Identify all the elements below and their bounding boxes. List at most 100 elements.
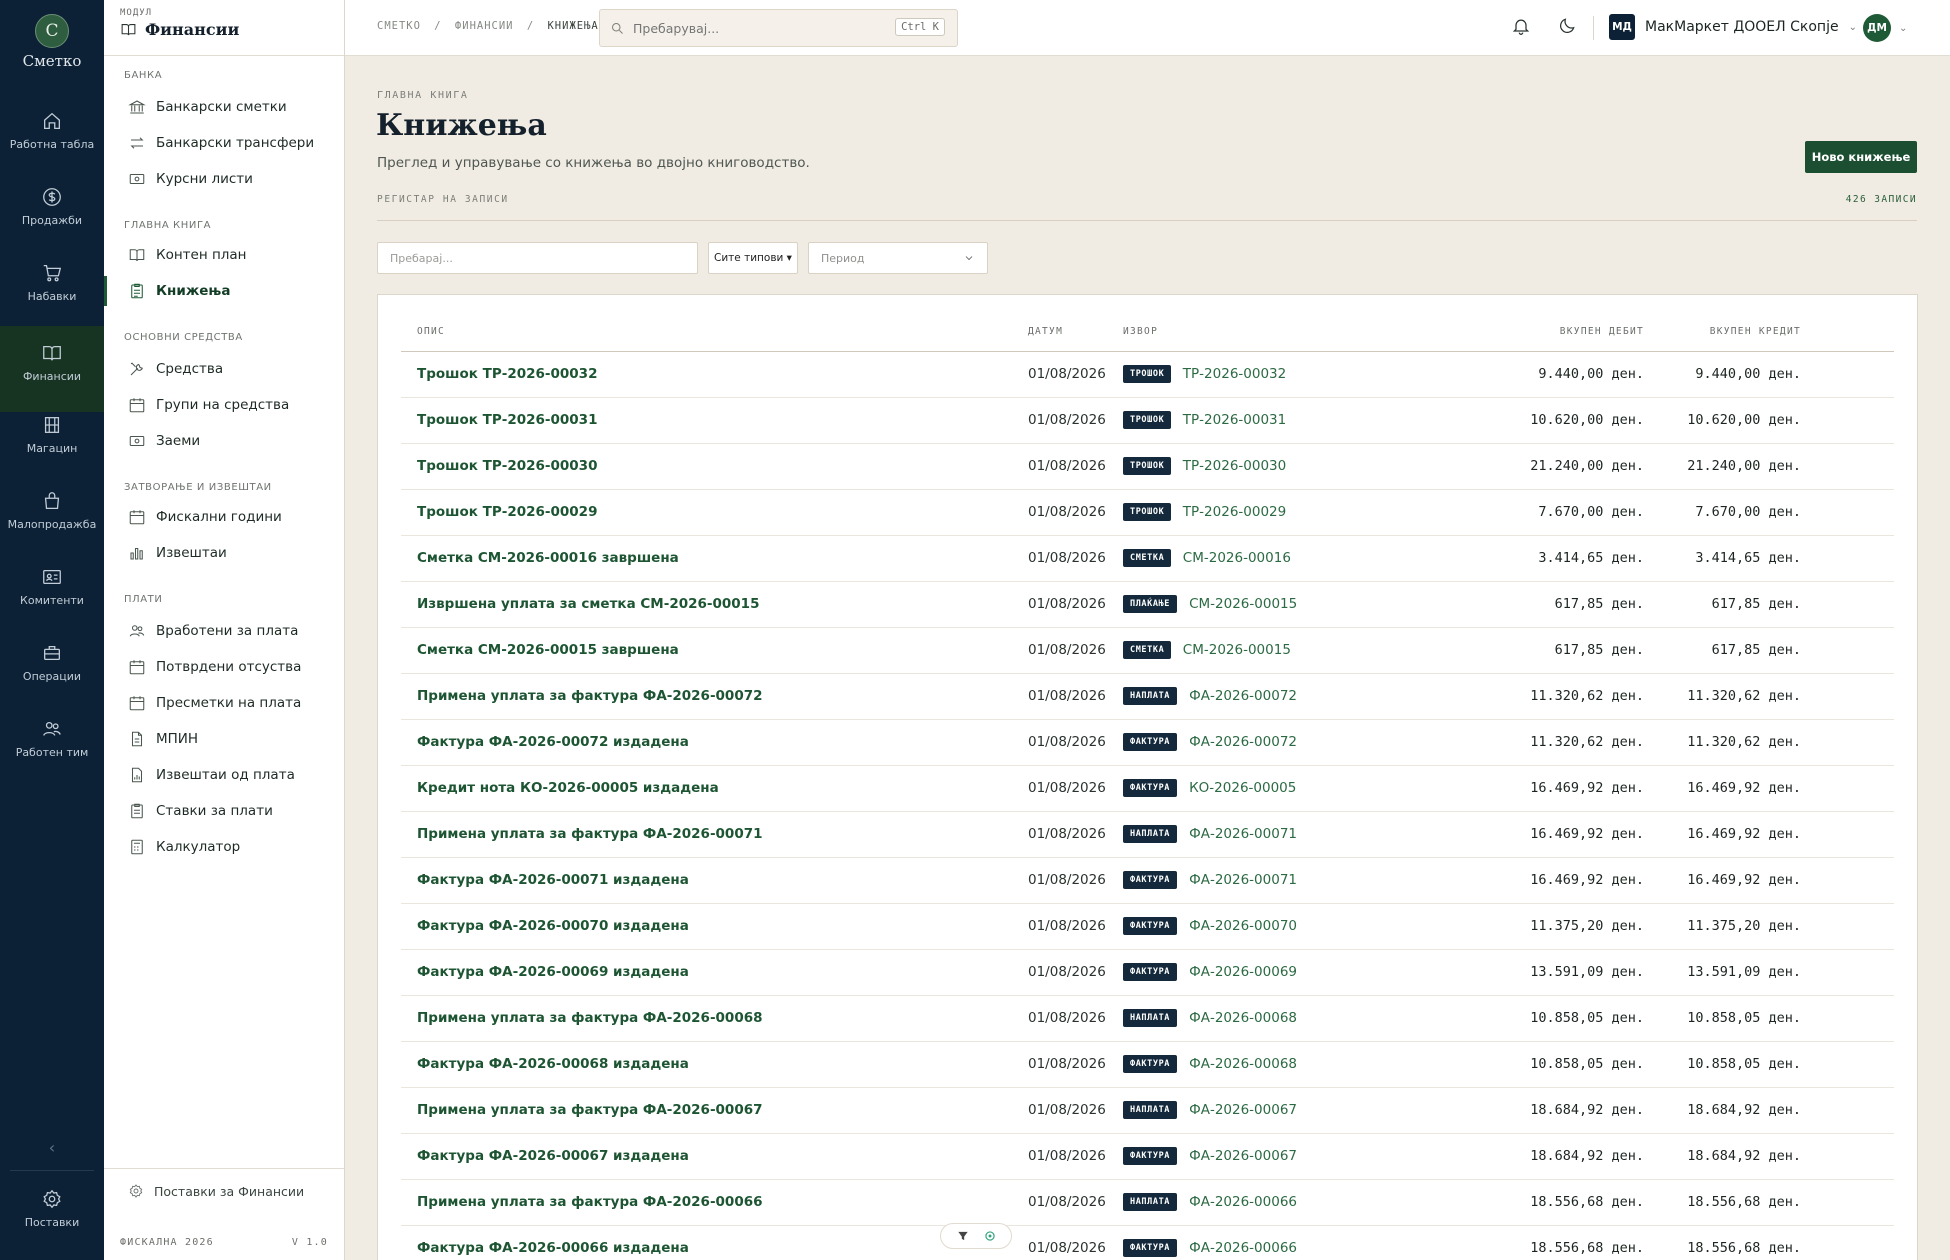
table-row[interactable]: Трошок ТР-2026-00030 01/08/2026 ТРОШОК ТР-2… bbox=[401, 444, 1894, 490]
source-ref-link[interactable]: ТР-2026-00032 bbox=[1183, 366, 1286, 382]
nav-asset-groups[interactable]: Групи на средства bbox=[104, 390, 344, 420]
collapse-chevron-icon[interactable]: ‹ bbox=[0, 1138, 104, 1157]
new-posting-button[interactable]: Ново книжење bbox=[1805, 141, 1917, 173]
source-ref-link[interactable]: ФА-2026-00066 bbox=[1189, 1194, 1297, 1210]
nav-bank-accounts[interactable]: Банкарски сметки bbox=[104, 92, 344, 122]
table-row[interactable]: Трошок ТР-2026-00031 01/08/2026 ТРОШОК ТР-2… bbox=[401, 398, 1894, 444]
entry-description-link[interactable]: Кредит нота КО-2026-00005 издадена bbox=[417, 780, 719, 796]
entry-description-link[interactable]: Трошок ТР-2026-00030 bbox=[417, 458, 597, 474]
entry-description-link[interactable]: Примена уплата за фактура ФА-2026-00066 bbox=[417, 1194, 763, 1210]
source-ref-link[interactable]: КО-2026-00005 bbox=[1189, 780, 1296, 796]
entry-description-link[interactable]: Трошок ТР-2026-00032 bbox=[417, 366, 597, 382]
col-header-credit[interactable]: ВКУПЕН КРЕДИТ bbox=[1710, 326, 1801, 337]
source-ref-link[interactable]: ТР-2026-00031 bbox=[1183, 412, 1286, 428]
rail-item-purchases[interactable]: Набавки bbox=[0, 262, 104, 334]
table-row[interactable]: Примена уплата за фактура ФА-2026-00072 0… bbox=[401, 674, 1894, 720]
org-switcher[interactable]: МД МакМаркет ДООЕЛ Скопје ⌄ bbox=[1609, 14, 1857, 40]
entry-description-link[interactable]: Фактура ФА-2026-00066 издадена bbox=[417, 1240, 689, 1256]
entry-description-link[interactable]: Трошок ТР-2026-00029 bbox=[417, 504, 597, 520]
table-row[interactable]: Фактура ФА-2026-00070 издадена 01/08/2026… bbox=[401, 904, 1894, 950]
entry-description-link[interactable]: Сметка СМ-2026-00015 завршена bbox=[417, 642, 679, 658]
rail-item-operations[interactable]: Операции bbox=[0, 642, 104, 714]
entry-description-link[interactable]: Примена уплата за фактура ФА-2026-00071 bbox=[417, 826, 763, 842]
filter-search-input[interactable] bbox=[377, 242, 698, 274]
table-row[interactable]: Трошок ТР-2026-00032 01/08/2026 ТРОШОК ТР-2… bbox=[401, 352, 1894, 398]
type-filter-dropdown[interactable]: Сите типови ▾ bbox=[708, 242, 798, 274]
source-ref-link[interactable]: СМ-2026-00015 bbox=[1183, 642, 1291, 658]
nav-payroll-calcs[interactable]: Пресметки на плата bbox=[104, 688, 344, 718]
table-row[interactable]: Извршена уплата за сметка СМ-2026-00015 0… bbox=[401, 582, 1894, 628]
source-ref-link[interactable]: ФА-2026-00067 bbox=[1189, 1102, 1297, 1118]
global-search[interactable]: Ctrl K bbox=[599, 9, 958, 47]
col-header-desc[interactable]: ОПИС bbox=[417, 326, 445, 337]
nav-payroll-employees[interactable]: Вработени за плата bbox=[104, 616, 344, 646]
table-row[interactable]: Кредит нота КО-2026-00005 издадена 01/08/… bbox=[401, 766, 1894, 812]
rail-item-sales[interactable]: Продажби bbox=[0, 186, 104, 258]
rail-item-retail[interactable]: Малопродажба bbox=[0, 490, 104, 562]
nav-reports[interactable]: Извештаи bbox=[104, 538, 344, 568]
source-ref-link[interactable]: ФА-2026-00070 bbox=[1189, 918, 1297, 934]
table-row[interactable]: Фактура ФА-2026-00069 издадена 01/08/2026… bbox=[401, 950, 1894, 996]
entry-description-link[interactable]: Извршена уплата за сметка СМ-2026-00015 bbox=[417, 596, 759, 612]
table-row[interactable]: Фактура ФА-2026-00072 издадена 01/08/2026… bbox=[401, 720, 1894, 766]
nav-postings[interactable]: Книжења bbox=[104, 276, 344, 306]
nav-bank-transfers[interactable]: Банкарски трансфери bbox=[104, 128, 344, 158]
source-ref-link[interactable]: СМ-2026-00015 bbox=[1189, 596, 1297, 612]
table-row[interactable]: Примена уплата за фактура ФА-2026-00067 0… bbox=[401, 1088, 1894, 1134]
moon-icon[interactable] bbox=[1557, 16, 1579, 38]
table-row[interactable]: Примена уплата за фактура ФА-2026-00068 0… bbox=[401, 996, 1894, 1042]
source-ref-link[interactable]: ФА-2026-00071 bbox=[1189, 826, 1297, 842]
nav-loans[interactable]: Заеми bbox=[104, 426, 344, 456]
rail-item-settings[interactable]: Поставки bbox=[0, 1188, 104, 1260]
breadcrumb-module[interactable]: ФИНАНСИИ bbox=[455, 20, 514, 32]
entry-description-link[interactable]: Сметка СМ-2026-00016 завршена bbox=[417, 550, 679, 566]
source-ref-link[interactable]: ТР-2026-00029 bbox=[1183, 504, 1286, 520]
entry-description-link[interactable]: Примена уплата за фактура ФА-2026-00068 bbox=[417, 1010, 763, 1026]
nav-chart-of-accounts[interactable]: Контен план bbox=[104, 240, 344, 270]
table-row[interactable]: Фактура ФА-2026-00068 издадена 01/08/2026… bbox=[401, 1042, 1894, 1088]
bell-icon[interactable] bbox=[1511, 16, 1533, 38]
target-icon[interactable] bbox=[983, 1229, 997, 1243]
entry-description-link[interactable]: Фактура ФА-2026-00071 издадена bbox=[417, 872, 689, 888]
table-row[interactable]: Примена уплата за фактура ФА-2026-00071 0… bbox=[401, 812, 1894, 858]
table-row[interactable]: Фактура ФА-2026-00066 издадена 01/08/2026… bbox=[401, 1226, 1894, 1260]
table-row[interactable]: Сметка СМ-2026-00015 завршена 01/08/2026 С… bbox=[401, 628, 1894, 674]
nav-exchange-rates[interactable]: Курсни листи bbox=[104, 164, 344, 194]
table-row[interactable]: Фактура ФА-2026-00071 издадена 01/08/2026… bbox=[401, 858, 1894, 904]
table-row[interactable]: Сметка СМ-2026-00016 завршена 01/08/2026 С… bbox=[401, 536, 1894, 582]
table-row[interactable]: Примена уплата за фактура ФА-2026-00066 0… bbox=[401, 1180, 1894, 1226]
nav-fiscal-years[interactable]: Фискални години bbox=[104, 502, 344, 532]
rail-item-finance[interactable]: Финансии bbox=[0, 326, 104, 412]
col-header-debit[interactable]: ВКУПЕН ДЕБИТ bbox=[1560, 326, 1644, 337]
entry-description-link[interactable]: Фактура ФА-2026-00069 издадена bbox=[417, 964, 689, 980]
rail-item-team[interactable]: Работен тим bbox=[0, 718, 104, 790]
source-ref-link[interactable]: ФА-2026-00068 bbox=[1189, 1010, 1297, 1026]
nav-approved-absences[interactable]: Потврдени отсуства bbox=[104, 652, 344, 682]
entry-description-link[interactable]: Фактура ФА-2026-00067 издадена bbox=[417, 1148, 689, 1164]
period-filter-select[interactable]: Период bbox=[808, 242, 988, 274]
entry-description-link[interactable]: Примена уплата за фактура ФА-2026-00067 bbox=[417, 1102, 763, 1118]
entry-description-link[interactable]: Примена уплата за фактура ФА-2026-00072 bbox=[417, 688, 763, 704]
nav-payroll-items[interactable]: Ставки за плати bbox=[104, 796, 344, 826]
nav-calculator[interactable]: Калкулатор bbox=[104, 832, 344, 862]
breadcrumb-root[interactable]: СМЕТКО bbox=[377, 20, 421, 32]
source-ref-link[interactable]: ФА-2026-00072 bbox=[1189, 688, 1297, 704]
rail-item-dashboard[interactable]: Работна табла bbox=[0, 110, 104, 182]
source-ref-link[interactable]: ТР-2026-00030 bbox=[1183, 458, 1286, 474]
nav-payroll-reports[interactable]: Извештаи од плата bbox=[104, 760, 344, 790]
source-ref-link[interactable]: ФА-2026-00067 bbox=[1189, 1148, 1297, 1164]
finance-settings-link[interactable]: Поставки за Финансии bbox=[128, 1183, 304, 1199]
app-logo[interactable]: С Сметко bbox=[0, 14, 104, 70]
col-header-date[interactable]: ДАТУМ bbox=[1028, 326, 1063, 337]
source-ref-link[interactable]: ФА-2026-00069 bbox=[1189, 964, 1297, 980]
user-menu[interactable]: ДМ ⌄ bbox=[1863, 14, 1907, 42]
source-ref-link[interactable]: ФА-2026-00072 bbox=[1189, 734, 1297, 750]
nav-assets[interactable]: Средства bbox=[104, 354, 344, 384]
rail-item-contacts[interactable]: Комитенти bbox=[0, 566, 104, 638]
source-ref-link[interactable]: СМ-2026-00016 bbox=[1183, 550, 1291, 566]
nav-mpin[interactable]: МПИН bbox=[104, 724, 344, 754]
entry-description-link[interactable]: Фактура ФА-2026-00070 издадена bbox=[417, 918, 689, 934]
source-ref-link[interactable]: ФА-2026-00066 bbox=[1189, 1240, 1297, 1256]
table-row[interactable]: Фактура ФА-2026-00067 издадена 01/08/2026… bbox=[401, 1134, 1894, 1180]
filter-funnel-icon[interactable] bbox=[956, 1229, 970, 1243]
